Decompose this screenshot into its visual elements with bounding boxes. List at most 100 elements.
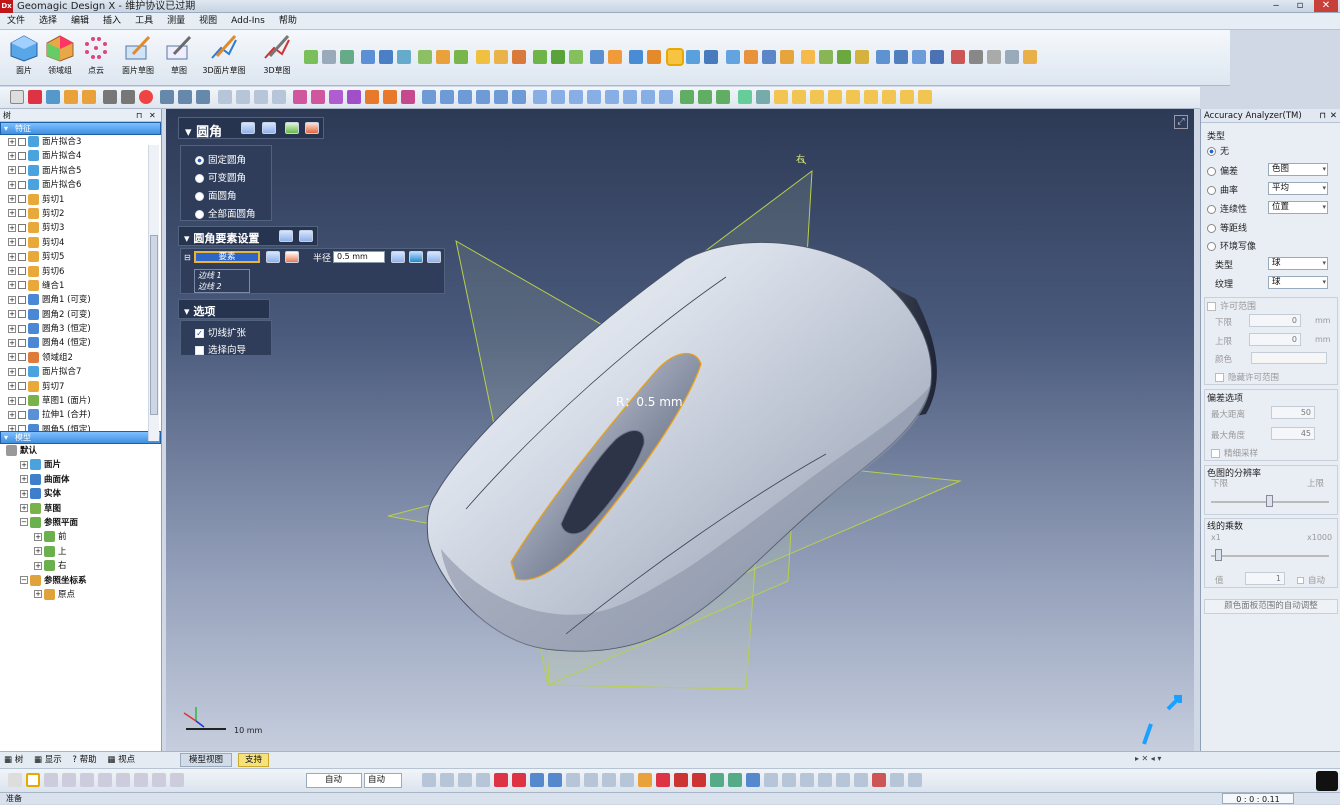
feature-item[interactable]: + 面片拟合4	[0, 149, 161, 163]
fillet-detail-icon[interactable]	[262, 122, 276, 134]
maximize-icon[interactable]: ▫	[1290, 0, 1310, 12]
filter-n-icon[interactable]	[728, 773, 742, 787]
measure-icon[interactable]	[743, 50, 758, 64]
model-item[interactable]: + 实体	[0, 487, 161, 501]
ok-check-icon[interactable]	[285, 122, 299, 134]
curvature-select[interactable]: 平均	[1268, 182, 1328, 195]
model-item[interactable]: − 参照坐标系	[0, 574, 161, 588]
continuity-select[interactable]: 位置	[1268, 201, 1328, 214]
filter-h-icon[interactable]	[620, 773, 634, 787]
render-shaded-icon[interactable]	[680, 90, 695, 104]
menu-help[interactable]: 帮助	[272, 13, 304, 30]
select-flood-icon[interactable]	[116, 773, 130, 787]
feature-item[interactable]: + 圆角3 (恒定)	[0, 322, 161, 336]
fillet-icon[interactable]	[532, 50, 547, 64]
section-icon[interactable]	[725, 50, 740, 64]
menu-select[interactable]: 选择	[32, 13, 64, 30]
filter-w-icon[interactable]	[890, 773, 904, 787]
view-iso3-icon[interactable]	[569, 90, 584, 104]
expand-icon[interactable]: +	[8, 338, 16, 347]
render-edges-icon[interactable]	[716, 90, 731, 104]
filter-m-icon[interactable]	[710, 773, 724, 787]
panel-close-icon[interactable]: ✕	[149, 109, 156, 122]
move-body-icon[interactable]	[875, 50, 890, 64]
3d-sketch-button[interactable]: 3D草图	[255, 32, 299, 84]
trim-icon[interactable]	[475, 50, 490, 64]
view-front-icon[interactable]	[421, 90, 436, 104]
edge-item-2[interactable]: 边线 2	[198, 281, 249, 292]
display-mode-8-icon[interactable]	[899, 90, 914, 104]
cancel-x-icon[interactable]	[305, 122, 319, 134]
expand-icon[interactable]: +	[20, 475, 28, 484]
auto-adjust-button[interactable]: 颜色面板范围的自动调整	[1204, 599, 1338, 614]
model-canvas[interactable]: 右 R：0.5 mm 10 mm	[166, 109, 1194, 751]
option-deviation[interactable]: 偏差	[1207, 164, 1238, 177]
feature-item[interactable]: + 缝合1	[0, 279, 161, 293]
pin-icon[interactable]: ⊓	[136, 109, 142, 122]
filter-p-icon[interactable]	[764, 773, 778, 787]
filter-l-icon[interactable]	[692, 773, 706, 787]
select-wizard-option[interactable]: 选择向导	[195, 342, 246, 356]
split-icon[interactable]	[607, 50, 622, 64]
model-item[interactable]: + 原点	[0, 588, 161, 602]
feature-item[interactable]: + 面片拟合7	[0, 365, 161, 379]
display-mode-3-icon[interactable]	[809, 90, 824, 104]
feature-item[interactable]: + 剪切1	[0, 193, 161, 207]
expand-icon[interactable]: +	[8, 166, 16, 175]
view-iso-icon[interactable]	[533, 90, 548, 104]
visibility-checkbox[interactable]	[18, 396, 26, 405]
filter-v-icon[interactable]	[872, 773, 886, 787]
visibility-checkbox[interactable]	[18, 252, 26, 261]
feature-item[interactable]: + 草图1 (面片)	[0, 394, 161, 408]
zoom-window-icon[interactable]	[253, 90, 268, 104]
filter-r-icon[interactable]	[800, 773, 814, 787]
view-iso8-icon[interactable]	[659, 90, 674, 104]
filter-a-icon[interactable]	[494, 773, 508, 787]
visibility-checkbox[interactable]	[18, 267, 26, 276]
export-file-icon[interactable]	[82, 90, 96, 104]
expand-icon[interactable]: +	[8, 223, 16, 232]
filter-u-icon[interactable]	[854, 773, 868, 787]
shell-icon[interactable]	[568, 50, 583, 64]
display-sketch-icon[interactable]	[196, 90, 211, 104]
max-distance-input[interactable]: 50	[1271, 406, 1315, 419]
feature-item[interactable]: + 面片拟合3	[0, 135, 161, 149]
viewport-maximize-icon[interactable]: ⤢	[1174, 115, 1188, 129]
expand-icon[interactable]: +	[8, 353, 16, 362]
open-icon[interactable]	[28, 90, 42, 104]
view-iso5-icon[interactable]	[605, 90, 620, 104]
transform-icon[interactable]	[629, 50, 644, 64]
expand-icon[interactable]: +	[8, 396, 16, 405]
redo-icon[interactable]	[121, 90, 136, 104]
expand-icon[interactable]: +	[8, 209, 16, 218]
export-icon[interactable]	[779, 50, 794, 64]
display-body-icon[interactable]	[178, 90, 193, 104]
fillet-option-face[interactable]: 面圆角	[195, 188, 237, 202]
model-item[interactable]: + 前	[0, 530, 161, 544]
align-icon[interactable]	[647, 50, 662, 64]
feature-item[interactable]: + 剪切6	[0, 265, 161, 279]
model-item[interactable]: + 曲面体	[0, 473, 161, 487]
display-mode-2-icon[interactable]	[791, 90, 806, 104]
line-coef-slider-thumb[interactable]	[1215, 549, 1222, 561]
filter-edge-icon[interactable]	[364, 90, 379, 104]
element-pick-icon[interactable]	[266, 251, 280, 263]
analyzer-close-icon[interactable]: ✕	[1330, 109, 1337, 123]
3d-mesh-sketch-button[interactable]: 3D面片草图	[202, 32, 246, 84]
edge-item-1[interactable]: 边线 1	[198, 270, 249, 281]
view-left-icon[interactable]	[457, 90, 472, 104]
zoom-fit-icon[interactable]	[235, 90, 250, 104]
visibility-checkbox[interactable]	[18, 195, 26, 204]
element-settings-icon-2[interactable]	[299, 230, 313, 242]
compare-icon[interactable]	[761, 50, 776, 64]
expand-icon[interactable]: +	[8, 137, 16, 146]
display-mode-7-icon[interactable]	[881, 90, 896, 104]
zoom-icon[interactable]	[217, 90, 232, 104]
features-header[interactable]: ▾ 特征	[0, 122, 161, 135]
filter-q-icon[interactable]	[782, 773, 796, 787]
grid-icon[interactable]	[969, 50, 984, 64]
tree-scrollbar[interactable]	[148, 145, 159, 441]
radius-input[interactable]: 0.5 mm	[333, 251, 385, 263]
filter-s-icon[interactable]	[818, 773, 832, 787]
feature-item[interactable]: + 面片拟合5	[0, 164, 161, 178]
